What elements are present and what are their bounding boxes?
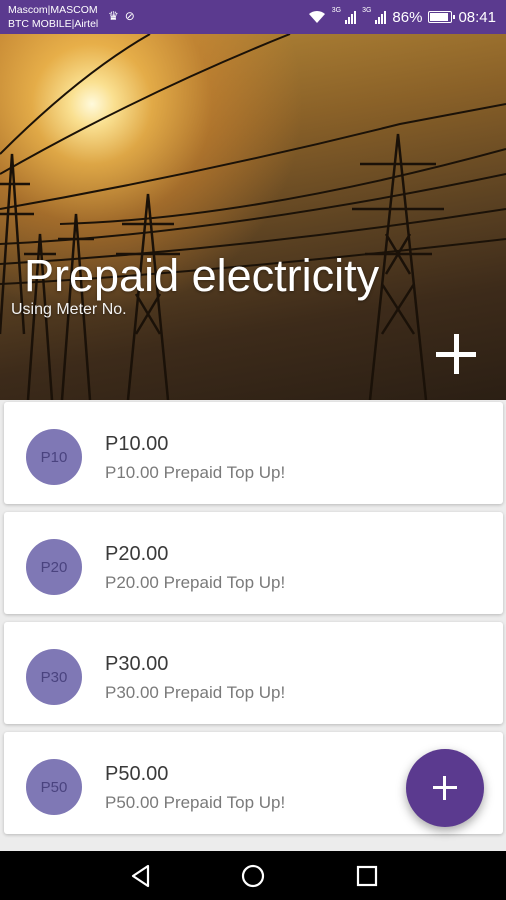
item-subtitle: P20.00 Prepaid Top Up! <box>105 573 286 592</box>
home-icon[interactable] <box>240 863 266 889</box>
clock: 08:41 <box>458 8 496 26</box>
wifi-icon <box>308 10 325 23</box>
battery-icon <box>428 11 456 23</box>
avatar: P10 <box>26 429 82 485</box>
item-title: P20.00 <box>105 543 169 565</box>
crown-icon: ♛ <box>108 9 119 23</box>
avatar: P30 <box>26 649 82 705</box>
meter-subtitle: Using Meter No. <box>11 301 127 318</box>
sync-icon: ⊘ <box>124 9 135 23</box>
header-banner: Prepaid electricity Using Meter No. <box>0 34 506 400</box>
carrier-line-2: BTC MOBILE|Airtel <box>8 18 99 30</box>
item-title: P10.00 <box>105 433 169 455</box>
status-bar: Mascom|MASCOM BTC MOBILE|Airtel ♛ ⊘ 3G 3… <box>0 0 506 34</box>
signal-icon <box>375 10 387 24</box>
item-subtitle: P10.00 Prepaid Top Up! <box>105 463 286 482</box>
avatar: P20 <box>26 539 82 595</box>
page-title: Prepaid electricity <box>24 250 380 301</box>
back-icon[interactable] <box>128 863 154 889</box>
network-type-1: 3G <box>331 7 342 14</box>
item-subtitle: P50.00 Prepaid Top Up! <box>105 793 286 812</box>
network-type-2: 3G <box>362 7 372 14</box>
item-subtitle: P30.00 Prepaid Top Up! <box>105 683 286 702</box>
item-title: P50.00 <box>105 763 169 785</box>
add-meter-button[interactable] <box>434 332 478 376</box>
add-topup-fab[interactable] <box>406 749 484 827</box>
carrier-info: Mascom|MASCOM BTC MOBILE|Airtel <box>8 3 98 31</box>
plus-icon <box>433 776 457 800</box>
power-lines-image <box>0 34 506 400</box>
list-item[interactable]: P30 P30.00 P30.00 Prepaid Top Up! <box>4 622 503 724</box>
signal-icon <box>345 10 357 24</box>
list-item[interactable]: P20 P20.00 P20.00 Prepaid Top Up! <box>4 512 503 614</box>
battery-percent: 86% <box>392 8 423 26</box>
avatar: P50 <box>26 759 82 815</box>
list-item[interactable]: P10 P10.00 P10.00 Prepaid Top Up! <box>4 402 503 504</box>
navigation-bar <box>0 851 506 900</box>
recents-icon[interactable] <box>354 863 380 889</box>
carrier-line-1: Mascom|MASCOM <box>8 4 98 16</box>
item-title: P30.00 <box>105 653 169 675</box>
